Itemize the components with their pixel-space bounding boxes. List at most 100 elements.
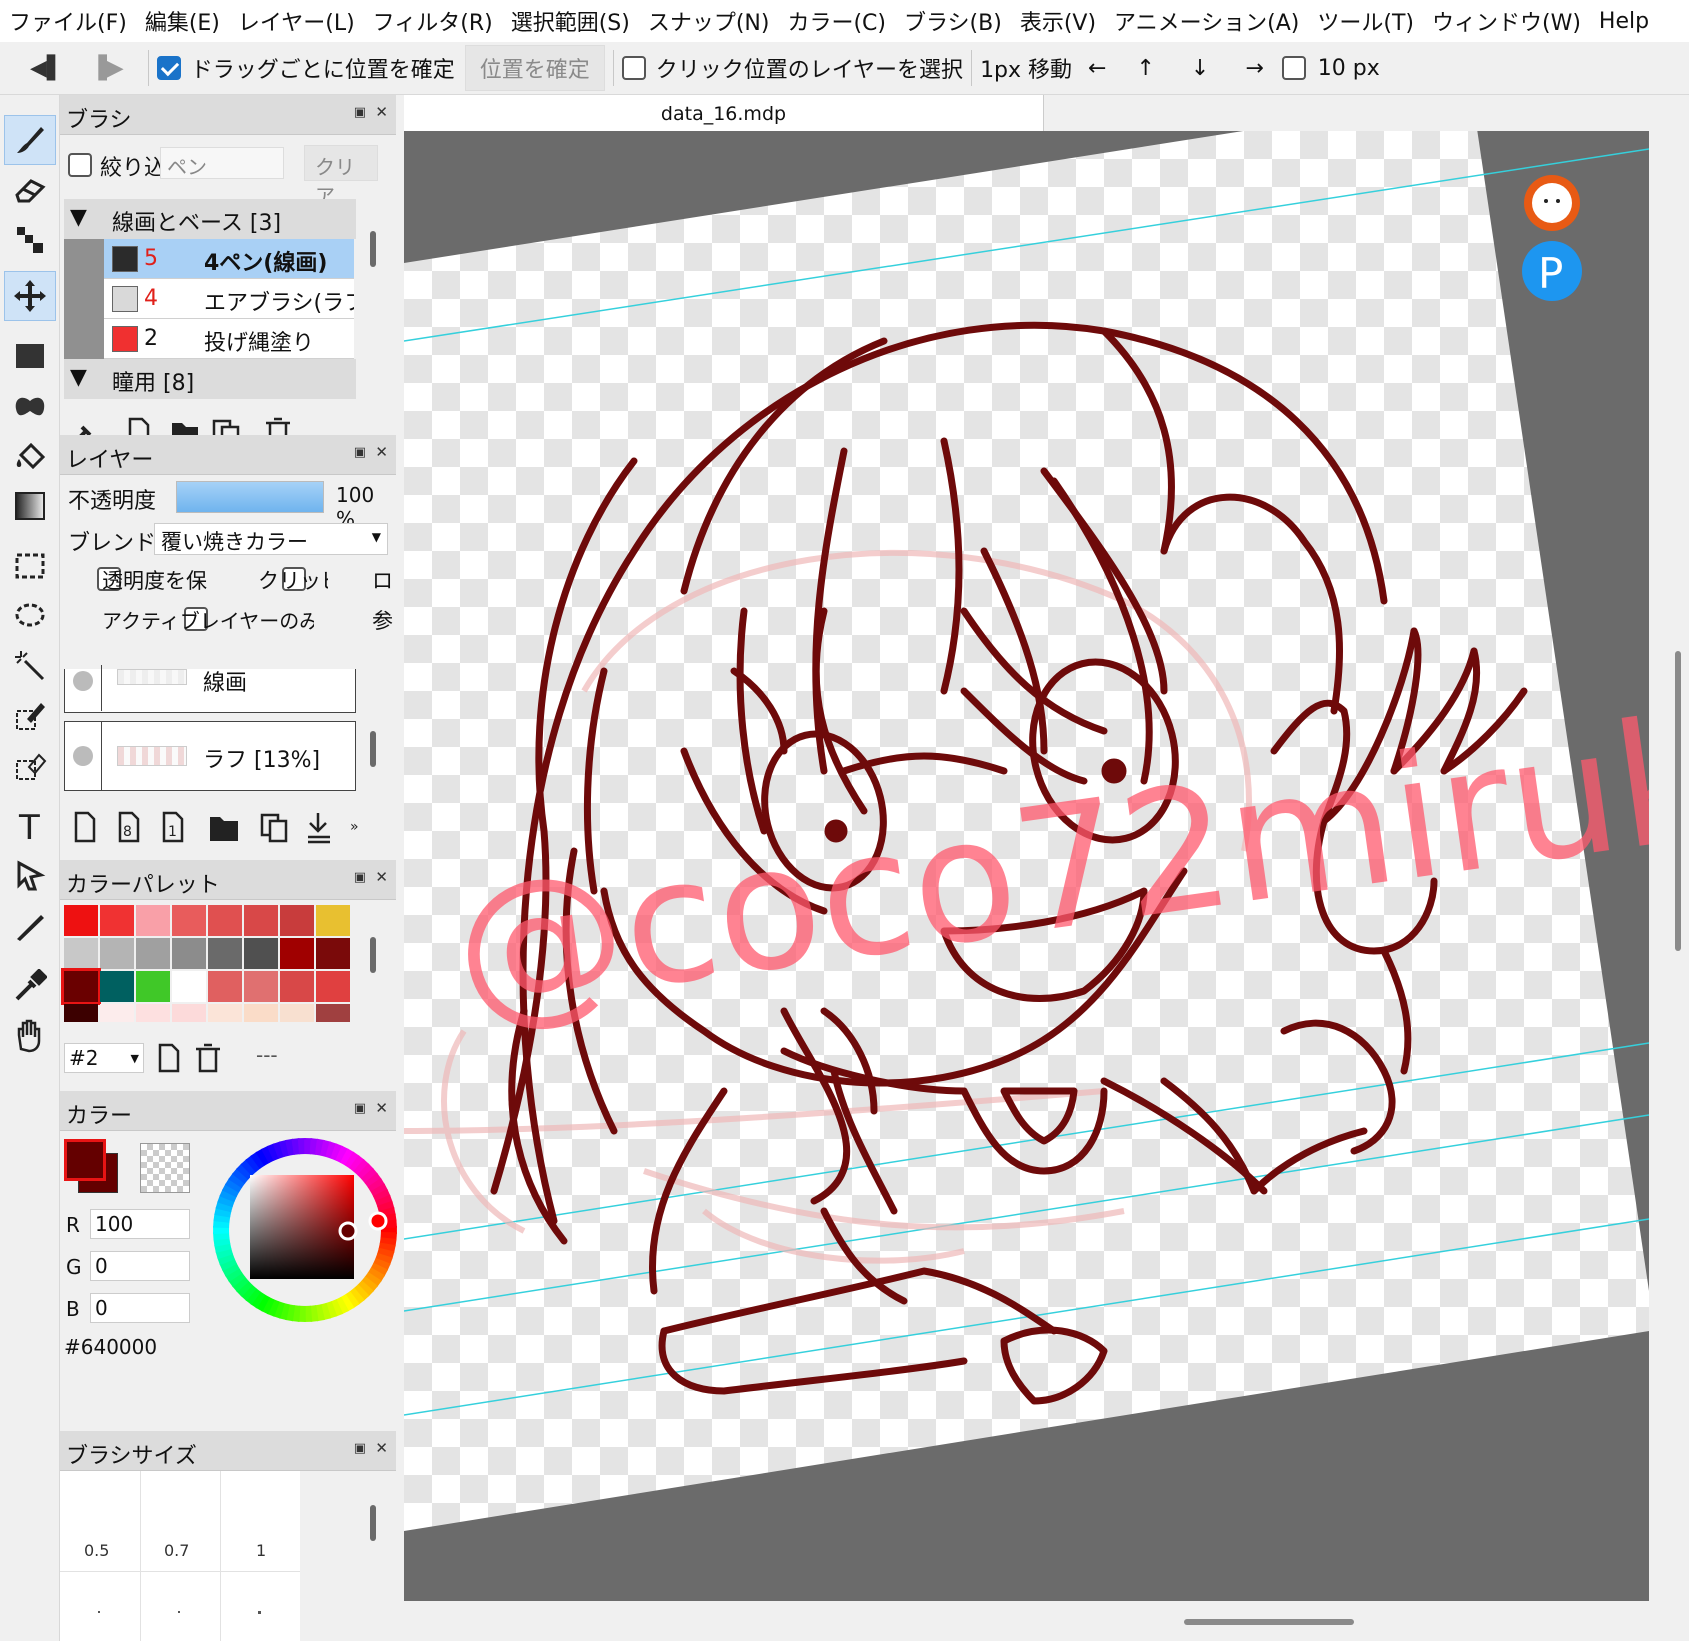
magic-wand-tool-icon[interactable] bbox=[4, 641, 56, 691]
color-wheel[interactable] bbox=[210, 1135, 400, 1325]
menu-animation[interactable]: アニメーション(A) bbox=[1105, 5, 1308, 37]
move-10px-checkbox[interactable] bbox=[1281, 56, 1306, 80]
palette-swatch[interactable] bbox=[100, 1004, 134, 1022]
palette-swatch[interactable] bbox=[316, 905, 350, 936]
palette-swatch[interactable] bbox=[61, 968, 101, 1005]
brush-tool-icon[interactable] bbox=[4, 115, 56, 165]
foreground-color-swatch[interactable] bbox=[64, 1139, 106, 1181]
canvas-drawing[interactable]: @coco72miruk P bbox=[404, 131, 1649, 1601]
palette-swatch[interactable] bbox=[280, 938, 314, 969]
palette-swatch[interactable] bbox=[280, 1004, 314, 1022]
palette-swatch[interactable] bbox=[208, 1004, 242, 1022]
palette-swatch[interactable] bbox=[172, 938, 206, 969]
new-palette-icon[interactable] bbox=[158, 1043, 180, 1073]
palette-swatch[interactable] bbox=[172, 905, 206, 936]
drag-confirm-checkbox[interactable] bbox=[156, 56, 181, 80]
transparent-color-swatch[interactable] bbox=[140, 1143, 190, 1193]
hand-tool-icon[interactable] bbox=[4, 1011, 56, 1061]
close-icon[interactable]: ✕ bbox=[375, 1439, 388, 1457]
divide-tool-icon[interactable] bbox=[4, 901, 56, 951]
move-up-button[interactable]: ↑ bbox=[1136, 56, 1154, 81]
brush-filter-input[interactable]: ペン bbox=[160, 147, 284, 179]
menu-window[interactable]: ウィンドウ(W) bbox=[1423, 5, 1590, 37]
menu-edit[interactable]: 編集(E) bbox=[136, 5, 229, 37]
eyedropper-tool-icon[interactable] bbox=[4, 961, 56, 1011]
float-icon[interactable]: ▣ bbox=[354, 1101, 366, 1116]
close-icon[interactable]: ✕ bbox=[375, 1099, 388, 1117]
document-tab[interactable]: data_16.mdp bbox=[404, 95, 1044, 131]
move-right-button[interactable]: → bbox=[1245, 56, 1263, 81]
palette-swatch[interactable] bbox=[100, 971, 134, 1002]
brush-item[interactable]: 5 4ペン(線画) bbox=[104, 239, 354, 279]
more-icon[interactable]: » bbox=[350, 819, 359, 835]
menu-color[interactable]: カラー(C) bbox=[778, 5, 895, 37]
palette-swatch[interactable] bbox=[316, 1004, 350, 1022]
canvas-viewport[interactable]: @coco72miruk P bbox=[404, 131, 1649, 1601]
palette-swatch[interactable] bbox=[136, 1004, 170, 1022]
avatar[interactable] bbox=[1524, 175, 1580, 231]
brush-size-cell[interactable]: 0.7 bbox=[164, 1541, 189, 1560]
new-folder-icon[interactable] bbox=[210, 817, 238, 841]
lasso-select-tool-icon[interactable] bbox=[4, 591, 56, 641]
select-eraser-tool-icon[interactable] bbox=[4, 741, 56, 791]
float-icon[interactable]: ▣ bbox=[354, 445, 366, 460]
menu-view[interactable]: 表示(V) bbox=[1011, 5, 1105, 37]
brush-group-eyes[interactable]: ▼ 瞳用 [8] bbox=[64, 359, 356, 399]
g-input[interactable]: 0 bbox=[90, 1251, 190, 1281]
blend-select[interactable]: 覆い焼きカラー ▼ bbox=[154, 523, 388, 555]
gradient-tool-icon[interactable] bbox=[4, 481, 56, 531]
palette-swatch[interactable] bbox=[208, 971, 242, 1002]
float-icon[interactable]: ▣ bbox=[354, 1441, 366, 1456]
menu-brush[interactable]: ブラシ(B) bbox=[895, 5, 1011, 37]
horizontal-scrollbar[interactable] bbox=[404, 1611, 1669, 1641]
visibility-icon[interactable] bbox=[73, 746, 93, 766]
menu-tool[interactable]: ツール(T) bbox=[1308, 5, 1423, 37]
palette-swatch[interactable] bbox=[244, 905, 278, 936]
bucket-tool-icon[interactable] bbox=[4, 431, 56, 481]
move-down-button[interactable]: ↓ bbox=[1191, 56, 1209, 81]
new-1bit-layer-icon[interactable]: 1 bbox=[162, 811, 184, 843]
close-icon[interactable]: ✕ bbox=[375, 443, 388, 461]
palette-swatch[interactable] bbox=[244, 938, 278, 969]
brush-size-cell[interactable]: 1 bbox=[256, 1541, 266, 1560]
dot-pen-tool-icon[interactable] bbox=[4, 215, 56, 265]
palette-swatch[interactable] bbox=[100, 905, 134, 936]
palette-swatch[interactable] bbox=[244, 971, 278, 1002]
merge-down-icon[interactable] bbox=[308, 813, 330, 844]
text-tool-icon[interactable]: T bbox=[4, 801, 56, 851]
brushsize-scrollbar[interactable] bbox=[370, 1505, 376, 1541]
delete-palette-icon[interactable] bbox=[196, 1043, 220, 1073]
palette-swatch[interactable] bbox=[208, 905, 242, 936]
palette-swatch[interactable] bbox=[136, 938, 170, 969]
close-icon[interactable]: ✕ bbox=[375, 103, 388, 121]
layer-list-scrollbar[interactable] bbox=[370, 731, 376, 767]
hue-cursor[interactable] bbox=[368, 1211, 388, 1231]
float-icon[interactable]: ▣ bbox=[354, 870, 366, 885]
palette-swatch[interactable] bbox=[136, 971, 170, 1002]
menu-layer[interactable]: レイヤー(L) bbox=[229, 5, 364, 37]
palette-set-select[interactable]: #2 ▼ bbox=[64, 1043, 144, 1073]
brush-filter-checkbox[interactable] bbox=[68, 153, 92, 177]
brush-item[interactable]: 4 エアブラシ(ラフ bbox=[104, 279, 354, 319]
brush-size-cell[interactable]: 0.5 bbox=[84, 1541, 109, 1560]
palette-swatch[interactable] bbox=[64, 938, 98, 969]
click-select-checkbox[interactable] bbox=[621, 56, 646, 80]
select-pen-tool-icon[interactable] bbox=[4, 691, 56, 741]
next-icon[interactable]: ▐▶ bbox=[90, 56, 124, 81]
confirm-position-button[interactable]: 位置を確定 bbox=[464, 45, 605, 91]
sv-cursor[interactable] bbox=[338, 1221, 358, 1241]
menu-snap[interactable]: スナップ(N) bbox=[639, 5, 779, 37]
move-left-button[interactable]: ← bbox=[1088, 56, 1106, 81]
brush-group-lineart[interactable]: ▼ 線画とベース [3] bbox=[64, 199, 356, 239]
eraser-tool-icon[interactable] bbox=[4, 165, 56, 215]
prev-icon[interactable]: ◀▌ bbox=[30, 56, 64, 81]
close-icon[interactable]: ✕ bbox=[375, 868, 388, 886]
brush-item[interactable]: 2 投げ縄塗り bbox=[104, 319, 354, 359]
palette-swatch[interactable] bbox=[172, 1004, 206, 1022]
operation-tool-icon[interactable] bbox=[4, 851, 56, 901]
palette-swatch[interactable] bbox=[100, 938, 134, 969]
b-input[interactable]: 0 bbox=[90, 1293, 190, 1323]
horizontal-scroll-thumb[interactable] bbox=[1184, 1619, 1354, 1625]
menu-file[interactable]: ファイル(F) bbox=[0, 5, 136, 37]
palette-swatch[interactable] bbox=[244, 1004, 278, 1022]
